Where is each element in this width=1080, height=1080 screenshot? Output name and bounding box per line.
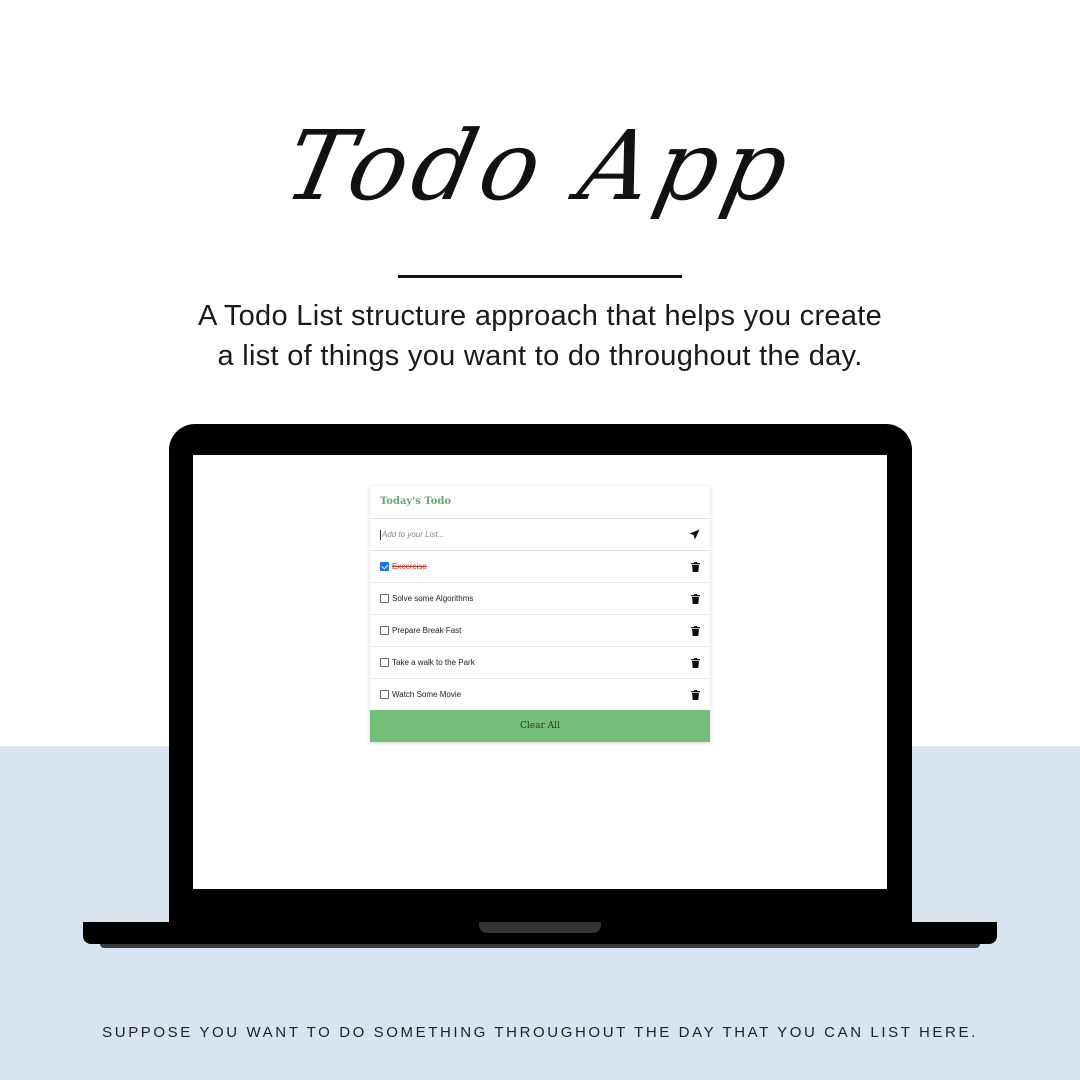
todo-card: Today's Todo Excercise Solve some Algori…: [370, 486, 710, 742]
trash-icon[interactable]: [690, 625, 700, 636]
todo-label: Take a walk to the Park: [392, 658, 475, 667]
clear-all-button[interactable]: Clear All: [370, 710, 710, 742]
todo-label: Prepare Break Fast: [392, 626, 462, 635]
subtitle-line-1: A Todo List structure approach that help…: [197, 300, 883, 332]
todo-item: Prepare Break Fast: [370, 615, 710, 647]
send-icon[interactable]: [688, 529, 700, 541]
todo-item: Solve some Algorithms: [370, 583, 710, 615]
add-todo-input[interactable]: [380, 529, 642, 540]
todo-checkbox[interactable]: [380, 690, 389, 699]
laptop-base-shadow: [100, 944, 980, 948]
todo-header: Today's Todo: [370, 486, 710, 519]
todo-list: Excercise Solve some Algorithms Prepare …: [370, 551, 710, 711]
todo-checkbox[interactable]: [380, 594, 389, 603]
todo-checkbox[interactable]: [380, 626, 389, 635]
trash-icon[interactable]: [690, 657, 700, 668]
trash-icon[interactable]: [690, 593, 700, 604]
subtitle-line-2: a list of things you want to do througho…: [217, 340, 863, 372]
todo-label: Solve some Algorithms: [392, 594, 474, 603]
page-title: Todo App: [275, 110, 805, 222]
subtitle: A Todo List structure approach that help…: [140, 296, 940, 376]
todo-checkbox[interactable]: [380, 562, 389, 571]
trash-icon[interactable]: [690, 689, 700, 700]
todo-label: Watch Some Movie: [392, 690, 462, 699]
add-todo-row: [370, 519, 710, 551]
footer-caption: SUPPOSE YOU WANT TO DO SOMETHING THROUGH…: [102, 1024, 978, 1041]
trash-icon[interactable]: [690, 561, 700, 572]
todo-item: Watch Some Movie: [370, 679, 710, 711]
todo-label: Excercise: [392, 562, 427, 571]
todo-item: Excercise: [370, 551, 710, 583]
laptop-notch: [479, 922, 601, 933]
todo-checkbox[interactable]: [380, 658, 389, 667]
title-divider: [398, 275, 682, 278]
todo-item: Take a walk to the Park: [370, 647, 710, 679]
